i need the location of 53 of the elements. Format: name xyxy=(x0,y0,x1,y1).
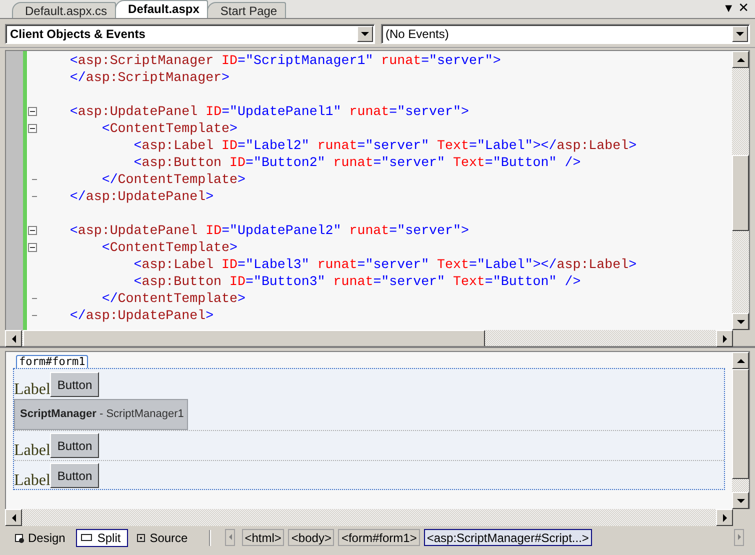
outline-end-tick xyxy=(32,196,37,197)
scrollbar[interactable] xyxy=(732,51,749,330)
code-line: <asp:Button ID="Button3" runat="server" Text="Button" /> xyxy=(132,273,581,290)
code-line: <ContentTemplate> xyxy=(100,120,238,137)
scroll-up-button[interactable] xyxy=(732,51,749,68)
button-control[interactable]: Button xyxy=(50,433,100,458)
code-line: </ContentTemplate> xyxy=(100,171,246,188)
close-button[interactable]: ✕ xyxy=(738,2,749,16)
breadcrumb-tag[interactable]: <asp:ScriptManager#Script...> xyxy=(424,529,592,546)
code-line: </asp:UpdatePanel> xyxy=(68,188,214,205)
scrollbar[interactable] xyxy=(732,352,749,509)
view-button[interactable]: Design xyxy=(10,528,72,546)
view-button[interactable]: Source xyxy=(132,528,195,546)
code-line: <asp:UpdatePanel ID="UpdatePanel2" runat="server"> xyxy=(68,222,469,239)
label-control[interactable]: Label xyxy=(14,443,50,459)
dropdown[interactable]: (No Events) xyxy=(380,24,750,44)
scroll-thumb[interactable] xyxy=(23,330,485,347)
scroll-up-button[interactable] xyxy=(732,352,749,369)
script-manager-control[interactable]: ScriptManager - ScriptManager1 xyxy=(14,399,188,430)
code-line: <asp:Label ID="Label2" runat="server" Text="Label"></asp:Label> xyxy=(132,137,637,154)
menu-button[interactable]: ▼ xyxy=(725,2,732,16)
design-view-icon xyxy=(15,534,23,542)
form-tag[interactable]: form#form1 xyxy=(16,355,88,368)
scroll-down-button[interactable] xyxy=(732,492,749,509)
code-line: <ContentTemplate> xyxy=(100,239,238,256)
code-line: </ContentTemplate> xyxy=(100,290,246,307)
scroll-down-button[interactable] xyxy=(732,313,749,330)
code-line: <asp:Label ID="Label3" runat="server" Text="Label"></asp:Label> xyxy=(132,256,637,273)
breadcrumb-tag[interactable]: <form#form1> xyxy=(338,529,420,546)
code-line: <asp:UpdatePanel ID="UpdatePanel1" runat="server"> xyxy=(68,103,469,120)
document-tab[interactable]: Start Page xyxy=(207,2,286,18)
label-control[interactable]: Label xyxy=(14,382,50,398)
outline-end-tick xyxy=(32,179,37,180)
document-tab[interactable]: Default.aspx xyxy=(115,0,208,18)
code-line: <asp:Button ID="Button2" runat="server" Text="Button" /> xyxy=(132,154,581,171)
label-control[interactable]: Label xyxy=(14,473,50,489)
view-button[interactable]: Split xyxy=(76,528,128,546)
code-line: </asp:ScriptManager> xyxy=(68,69,230,86)
outline-end-tick xyxy=(32,298,37,299)
outline-end-tick xyxy=(32,315,37,316)
source-view-icon xyxy=(136,534,145,542)
scrollbar[interactable] xyxy=(5,330,733,347)
window-icon xyxy=(81,534,92,541)
button-control[interactable]: Button xyxy=(50,463,100,488)
breadcrumb-tag[interactable]: <body> xyxy=(288,529,334,546)
scroll-thumb[interactable] xyxy=(732,155,749,231)
dropdown[interactable]: Client Objects & Events xyxy=(5,24,374,44)
code-line: <asp:ScriptManager ID="ScriptManager1" runat="server"> xyxy=(68,52,501,69)
button-control[interactable]: Button xyxy=(50,372,100,397)
document-tab[interactable]: Default.aspx.cs xyxy=(12,2,116,18)
code-line: </asp:UpdatePanel> xyxy=(68,307,214,324)
breadcrumb-tag[interactable]: <html> xyxy=(242,529,284,546)
scroll-thumb[interactable] xyxy=(732,369,749,479)
